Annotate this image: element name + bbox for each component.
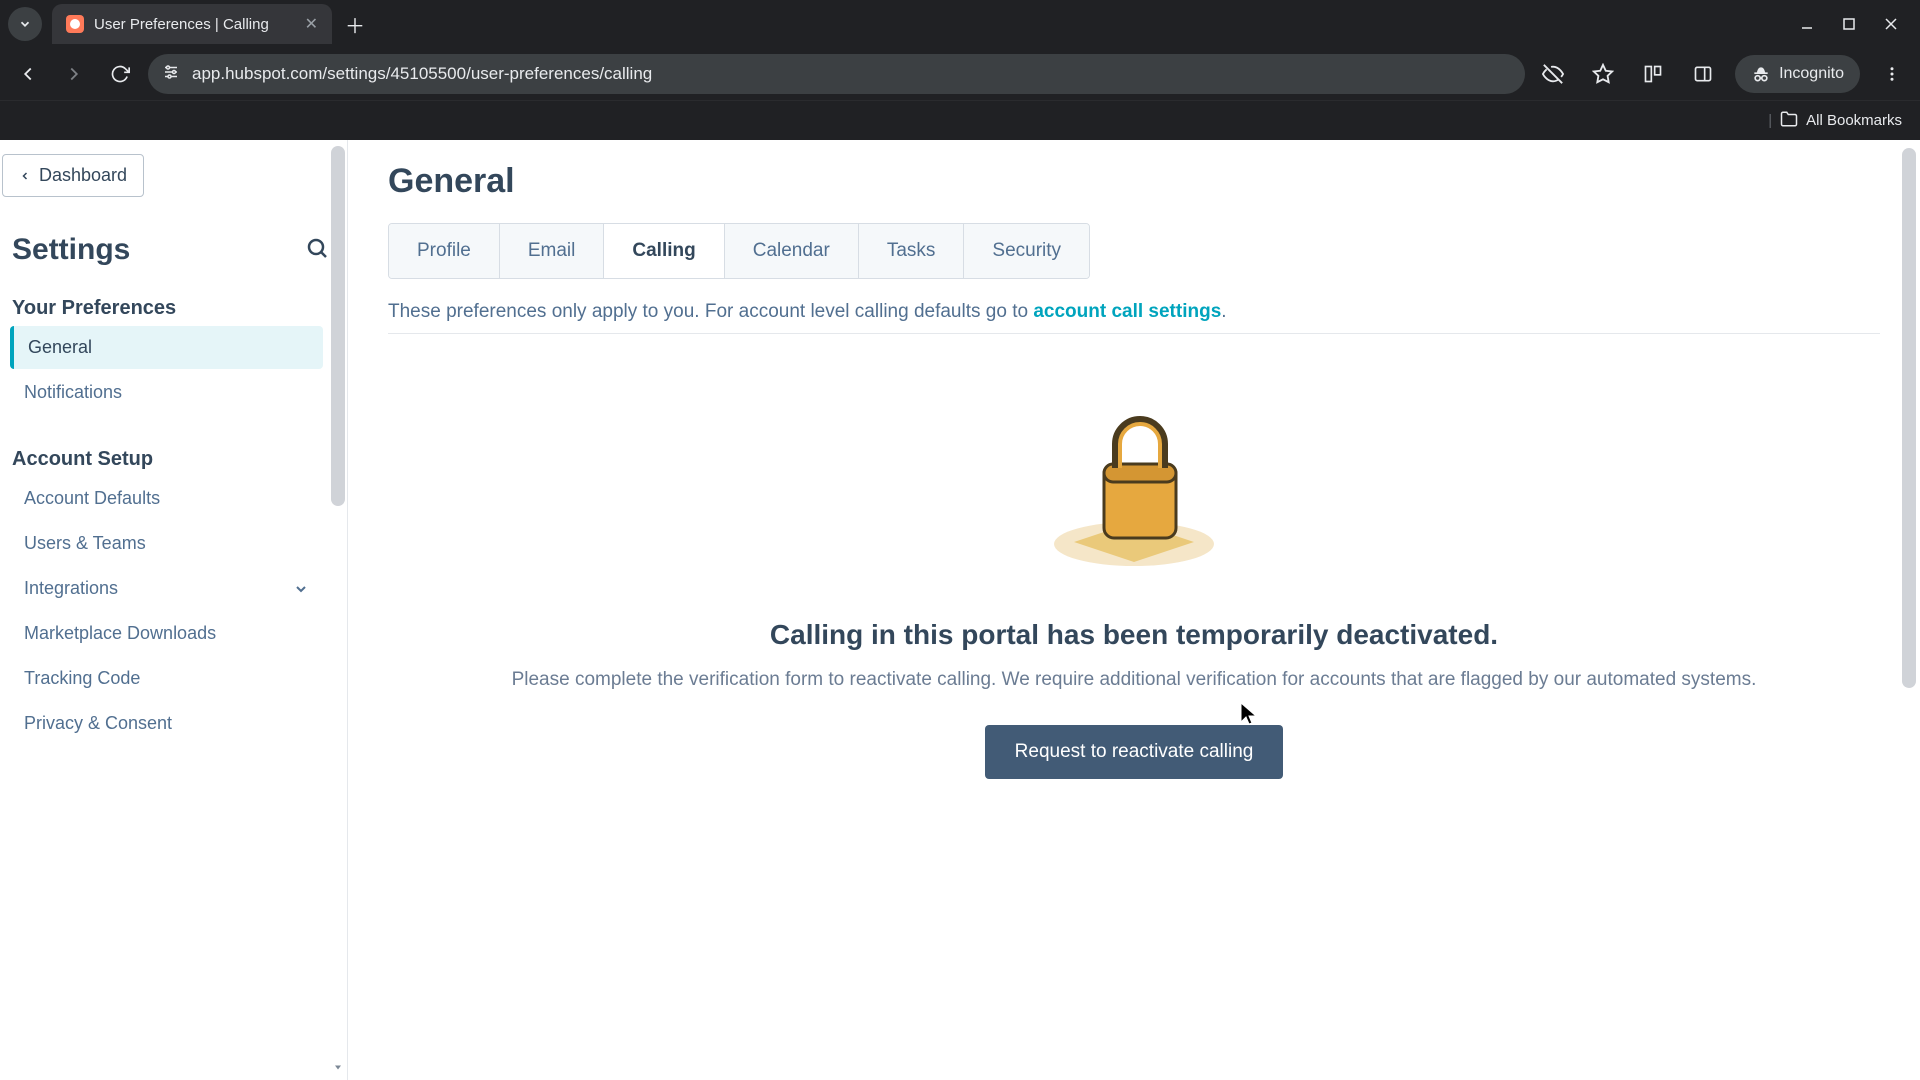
chevron-down-icon: [293, 581, 309, 597]
sidebar-item-privacy-consent[interactable]: Privacy & Consent: [6, 702, 323, 745]
tab-tasks[interactable]: Tasks: [859, 224, 965, 278]
side-panel-icon[interactable]: [1685, 56, 1721, 92]
empty-state-heading: Calling in this portal has been temporar…: [770, 619, 1498, 651]
sidebar-item-label: Integrations: [24, 578, 118, 599]
close-window-icon[interactable]: [1884, 17, 1898, 31]
url-text: app.hubspot.com/settings/45105500/user-p…: [192, 64, 652, 84]
back-button[interactable]: [10, 56, 46, 92]
chevron-left-icon: [19, 170, 31, 182]
browser-tab-active[interactable]: User Preferences | Calling ✕: [52, 4, 332, 44]
new-tab-button[interactable]: ＋: [340, 9, 370, 39]
browser-toolbar: app.hubspot.com/settings/45105500/user-p…: [0, 48, 1920, 100]
bookmarks-divider: |: [1768, 112, 1772, 129]
account-call-settings-link[interactable]: account call settings: [1033, 301, 1221, 322]
settings-heading: Settings: [12, 233, 130, 267]
preferences-note: These preferences only apply to you. For…: [388, 301, 1880, 323]
note-text: .: [1221, 301, 1226, 322]
dashboard-label: Dashboard: [39, 165, 127, 186]
bookmarks-bar: | All Bookmarks: [0, 100, 1920, 140]
main-content: General Profile Email Calling Calendar T…: [348, 140, 1920, 1080]
empty-state: Calling in this portal has been temporar…: [388, 364, 1880, 789]
back-to-dashboard-button[interactable]: Dashboard: [2, 154, 144, 197]
tab-label: Security: [992, 240, 1061, 261]
sidebar-section-account-setup: Account Setup: [12, 448, 329, 471]
sidebar-item-label: Account Defaults: [24, 488, 160, 509]
sidebar-item-integrations[interactable]: Integrations: [6, 567, 323, 610]
sidebar-item-label: General: [28, 337, 92, 358]
sidebar-item-general[interactable]: General: [10, 326, 323, 369]
hubspot-favicon-icon: [66, 15, 84, 33]
sidebar-section-your-preferences: Your Preferences: [12, 297, 329, 320]
lock-icon: [1034, 384, 1234, 574]
tab-calendar[interactable]: Calendar: [725, 224, 859, 278]
settings-sidebar: Dashboard Settings Your Preferences Gene…: [0, 140, 348, 1080]
tab-strip: User Preferences | Calling ✕ ＋: [0, 0, 1920, 48]
sidebar-item-notifications[interactable]: Notifications: [6, 371, 323, 414]
site-settings-icon[interactable]: [162, 63, 180, 86]
sidebar-item-label: Privacy & Consent: [24, 713, 172, 734]
tab-calling[interactable]: Calling: [604, 224, 724, 278]
sidebar-scrollbar[interactable]: [331, 146, 345, 506]
app-root: Dashboard Settings Your Preferences Gene…: [0, 140, 1920, 1080]
sidebar-item-marketplace-downloads[interactable]: Marketplace Downloads: [6, 612, 323, 655]
address-bar[interactable]: app.hubspot.com/settings/45105500/user-p…: [148, 54, 1525, 94]
sidebar-item-label: Notifications: [24, 382, 122, 403]
incognito-indicator[interactable]: Incognito: [1735, 55, 1860, 93]
note-text: These preferences only apply to you. For…: [388, 301, 1033, 322]
tab-title: User Preferences | Calling: [94, 16, 295, 33]
sidebar-item-label: Marketplace Downloads: [24, 623, 216, 644]
search-icon: [305, 236, 329, 260]
divider: [388, 333, 1880, 334]
kebab-menu-icon[interactable]: [1874, 56, 1910, 92]
sidebar-item-account-defaults[interactable]: Account Defaults: [6, 477, 323, 520]
eye-off-icon[interactable]: [1535, 56, 1571, 92]
lock-illustration: [1034, 384, 1234, 579]
browser-chrome: User Preferences | Calling ✕ ＋ app.hubsp…: [0, 0, 1920, 140]
page-title: General: [388, 162, 1880, 201]
sidebar-item-label: Users & Teams: [24, 533, 146, 554]
tab-label: Email: [528, 240, 576, 261]
tab-email[interactable]: Email: [500, 224, 605, 278]
window-controls: [1800, 17, 1912, 31]
minimize-icon[interactable]: [1800, 17, 1814, 31]
chevron-down-icon: [18, 17, 32, 31]
tab-search-dropdown[interactable]: [8, 7, 42, 41]
main-scrollbar[interactable]: [1902, 148, 1916, 688]
all-bookmarks-link[interactable]: All Bookmarks: [1806, 112, 1902, 129]
tab-security[interactable]: Security: [964, 224, 1089, 278]
tab-label: Profile: [417, 240, 471, 261]
tab-label: Calendar: [753, 240, 830, 261]
incognito-label: Incognito: [1779, 65, 1844, 83]
incognito-icon: [1751, 64, 1771, 84]
preferences-tabs: Profile Email Calling Calendar Tasks Sec…: [388, 223, 1090, 279]
sidebar-item-label: Tracking Code: [24, 668, 140, 689]
reload-button[interactable]: [102, 56, 138, 92]
sidebar-item-users-teams[interactable]: Users & Teams: [6, 522, 323, 565]
empty-state-body: Please complete the verification form to…: [512, 669, 1757, 691]
sidebar-item-tracking-code[interactable]: Tracking Code: [6, 657, 323, 700]
sidebar-scroll-down-icon[interactable]: [331, 1060, 345, 1074]
folder-icon: [1780, 110, 1798, 132]
bookmark-star-icon[interactable]: [1585, 56, 1621, 92]
search-settings-button[interactable]: [305, 236, 329, 265]
media-control-icon[interactable]: [1635, 56, 1671, 92]
tab-label: Tasks: [887, 240, 936, 261]
tab-profile[interactable]: Profile: [389, 224, 500, 278]
request-reactivate-button[interactable]: Request to reactivate calling: [985, 725, 1284, 779]
forward-button[interactable]: [56, 56, 92, 92]
tab-label: Calling: [632, 240, 695, 261]
maximize-icon[interactable]: [1842, 17, 1856, 31]
close-tab-icon[interactable]: ✕: [305, 14, 318, 34]
